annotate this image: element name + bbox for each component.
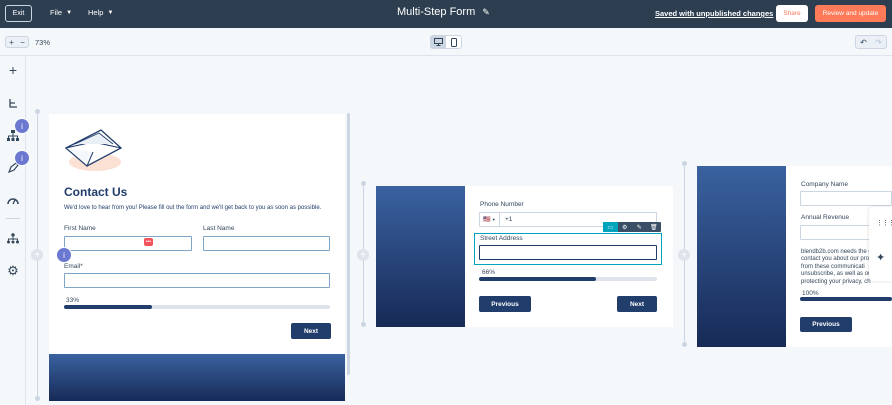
zoom-out-button[interactable]: − <box>17 37 28 47</box>
progress-fill <box>800 297 892 301</box>
field-delete-icon[interactable]: 🗑 <box>647 222 662 232</box>
progress-bar <box>800 297 892 301</box>
help-menu-label: Help <box>88 8 104 17</box>
add-step-button[interactable]: + <box>31 249 43 261</box>
pencil-icon[interactable]: ✎ <box>482 7 490 18</box>
email-input[interactable] <box>64 273 330 288</box>
connector-dot <box>361 181 366 186</box>
company-name-input[interactable] <box>800 191 892 206</box>
envelope-icon <box>63 126 123 179</box>
consent-line: protecting your privacy, ch <box>801 278 871 285</box>
zoom-level: 73% <box>35 38 51 47</box>
sparkle-icon[interactable]: ✦ <box>876 251 885 264</box>
last-name-label: Last Name <box>203 225 235 232</box>
form-step-2-side-banner <box>376 186 465 327</box>
phone-label: Phone Number <box>480 201 524 208</box>
zoom-controls: + − <box>5 36 29 48</box>
zoom-in-button[interactable]: + <box>6 37 17 47</box>
connector-dot <box>361 322 366 327</box>
street-address-label: Street Address <box>480 235 523 242</box>
consent-line: unsubscribe, as well as ou <box>801 271 872 278</box>
exit-button[interactable]: Exit <box>5 5 32 22</box>
add-step-button[interactable]: + <box>678 249 690 261</box>
connector-dot <box>35 396 40 401</box>
next-button[interactable]: Next <box>291 323 331 339</box>
country-select[interactable]: 🇺🇸 ▼ <box>480 213 500 226</box>
field-edit-icon[interactable]: ✎ <box>632 222 647 232</box>
progress-label: 66% <box>482 269 496 276</box>
us-flag-icon: 🇺🇸 <box>483 217 491 223</box>
info-badge[interactable]: i <box>14 150 30 166</box>
company-name-label: Company Name <box>801 181 848 188</box>
mobile-icon[interactable] <box>446 36 461 48</box>
redo-icon[interactable]: ↷ <box>871 36 886 48</box>
add-icon[interactable]: + <box>6 62 20 78</box>
file-menu[interactable]: File ▼ <box>50 8 72 17</box>
autofill-icon[interactable]: ••• <box>144 238 153 246</box>
help-menu[interactable]: Help ▼ <box>88 8 113 17</box>
form-step-3-side-banner <box>697 166 786 347</box>
annual-revenue-label: Annual Revenue <box>801 214 850 221</box>
chevron-down-icon: ▼ <box>491 217 496 222</box>
consent-line: blendb2b.com needs the c <box>801 249 872 255</box>
file-menu-label: File <box>50 8 63 17</box>
first-name-label: First Name <box>64 225 96 232</box>
progress-label: 33% <box>66 297 80 304</box>
consent-line: from these communicati <box>801 263 865 270</box>
consent-line: contact you about our pro <box>801 256 870 263</box>
page-title: Multi-Step Form ✎ <box>397 6 490 18</box>
org-chart-icon[interactable] <box>6 231 20 245</box>
consent-text: blendb2b.com needs the c contact you abo… <box>801 249 871 286</box>
first-name-input[interactable] <box>64 236 192 251</box>
phone-prefix: +1 <box>505 216 513 223</box>
desktop-icon[interactable] <box>431 36 446 48</box>
floating-tools-panel: ⋮⋮⋮ ✦ <box>869 207 892 281</box>
info-badge[interactable]: i <box>14 118 30 134</box>
device-preview-toggle <box>430 35 462 49</box>
chevron-down-icon: ▼ <box>66 9 73 16</box>
form-intro: We'd love to hear from you! Please fill … <box>64 205 322 211</box>
last-name-input[interactable] <box>203 236 330 251</box>
progress-bar <box>64 305 330 309</box>
progress-fill <box>479 277 597 281</box>
chevron-down-icon: ▼ <box>107 9 114 16</box>
settings-gear-icon[interactable]: ⚙ <box>6 263 20 278</box>
info-badge[interactable]: i <box>56 247 72 263</box>
form-step-1-footer-banner <box>49 354 345 401</box>
field-select-icon[interactable]: ▭ <box>603 222 618 232</box>
email-label: Email* <box>64 263 83 270</box>
undo-icon[interactable]: ↶ <box>856 36 871 48</box>
sidebar-divider <box>6 218 20 219</box>
progress-label: 100% <box>802 290 819 297</box>
step-1-scrollbar[interactable] <box>347 113 350 375</box>
gauge-icon[interactable] <box>6 193 20 207</box>
street-address-input[interactable] <box>479 245 657 260</box>
connector-dot <box>682 161 687 166</box>
progress-fill <box>64 305 152 309</box>
history-controls: ↶ ↷ <box>855 35 887 49</box>
connector-dot <box>35 109 40 114</box>
previous-button[interactable]: Previous <box>800 317 852 332</box>
form-title: Multi-Step Form <box>397 6 476 18</box>
progress-bar <box>479 277 657 281</box>
grid-icon[interactable]: ⋮⋮⋮ <box>876 219 892 227</box>
share-button[interactable]: Share <box>776 5 808 22</box>
next-button[interactable]: Next <box>617 296 657 312</box>
field-settings-icon[interactable]: ⚙ <box>618 222 633 232</box>
connector-dot <box>682 342 687 347</box>
layers-icon[interactable] <box>6 96 20 110</box>
field-toolbar: ▭ ⚙ ✎ 🗑 <box>603 222 661 232</box>
add-step-button[interactable]: + <box>357 249 369 261</box>
saved-status-link[interactable]: Saved with unpublished changes <box>655 9 773 18</box>
review-and-update-button[interactable]: Review and update <box>815 5 886 22</box>
form-heading: Contact Us <box>64 185 128 199</box>
previous-button[interactable]: Previous <box>479 296 531 312</box>
